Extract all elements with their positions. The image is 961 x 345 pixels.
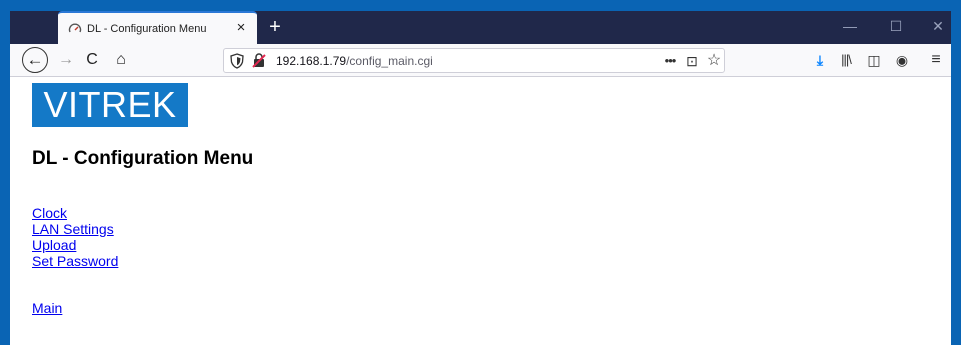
link-clock[interactable]: Clock (32, 205, 118, 221)
link-upload[interactable]: Upload (32, 237, 118, 253)
url-text[interactable]: 192.168.1.79/config_main.cgi (276, 54, 433, 68)
url-host: 192.168.1.79 (276, 54, 347, 68)
forward-button[interactable]: → (54, 48, 78, 72)
link-set-password[interactable]: Set Password (32, 253, 118, 269)
maximize-button[interactable]: ☐ (876, 11, 916, 44)
link-lan-settings[interactable]: LAN Settings (32, 221, 118, 237)
reload-button[interactable]: C (80, 48, 104, 72)
close-window-button[interactable]: ✕ (918, 11, 951, 44)
page-actions-icon[interactable]: ••• (660, 51, 680, 71)
gauge-icon (68, 23, 82, 33)
pocket-icon[interactable]: ⊡ (682, 51, 702, 71)
sidebar-icon[interactable]: ◫ (862, 48, 886, 72)
address-bar[interactable]: 192.168.1.79/config_main.cgi ••• ⊡ ☆ (223, 48, 725, 73)
url-path: /config_main.cgi (346, 54, 433, 68)
home-button[interactable]: ⌂ (109, 48, 133, 72)
hamburger-menu-icon[interactable]: ≡ (924, 48, 948, 72)
close-tab-icon[interactable]: × (232, 19, 250, 37)
link-main[interactable]: Main (32, 300, 62, 316)
tab-config-menu[interactable]: DL - Configuration Menu × (58, 11, 257, 44)
minimize-button[interactable]: — (830, 11, 870, 44)
bookmark-star-icon[interactable]: ☆ (704, 51, 724, 71)
tab-title: DL - Configuration Menu (87, 23, 207, 35)
back-button[interactable]: ← (22, 47, 48, 73)
page-title: DL - Configuration Menu (32, 148, 254, 169)
page-content: VITREK DL - Configuration Menu Clock LAN… (10, 78, 951, 345)
browser-window: DL - Configuration Menu × + — ☐ ✕ ← → C … (10, 11, 951, 345)
tab-strip: DL - Configuration Menu × + — ☐ ✕ (10, 11, 951, 44)
vitrek-logo: VITREK (32, 83, 188, 127)
library-icon[interactable]: |||\ (834, 48, 858, 72)
navigation-toolbar: ← → C ⌂ 192.168.1.79/config_main.cgi •••… (10, 44, 951, 77)
insecure-lock-icon[interactable] (252, 53, 266, 68)
new-tab-button[interactable]: + (263, 15, 287, 39)
config-links: Clock LAN Settings Upload Set Password (32, 205, 118, 269)
download-icon[interactable]: ⤓ (808, 48, 832, 72)
shield-icon[interactable] (230, 53, 244, 69)
account-icon[interactable]: ◉ (890, 48, 914, 72)
